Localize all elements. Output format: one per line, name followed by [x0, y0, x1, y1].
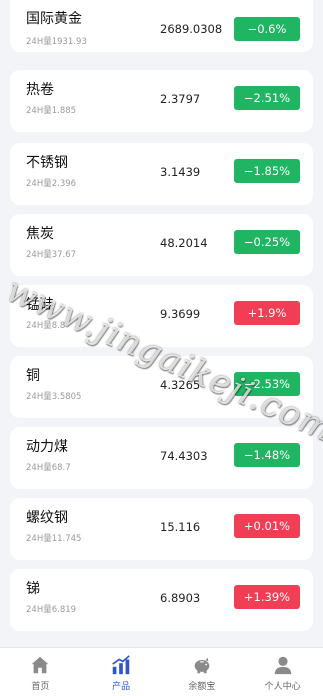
- product-card[interactable]: 锑 24H量6.819 6.8903 +1.39%: [10, 569, 313, 631]
- tab-label: 首页: [31, 682, 50, 692]
- product-page: 国际黄金 24H量1931.93 2689.0308 −0.6% 热卷 24H量…: [0, 0, 323, 696]
- tab-balance[interactable]: 余额宝: [162, 648, 243, 696]
- bar-chart-icon: [112, 655, 130, 675]
- tab-label: 个人中心: [264, 682, 301, 692]
- product-card[interactable]: 螺纹钢 24H量11.745 15.116 +0.01%: [10, 498, 313, 560]
- product-name: 不锈钢: [26, 155, 68, 171]
- product-card[interactable]: 动力煤 24H量68.7 74.4303 −1.48%: [10, 427, 313, 489]
- change-badge: −2.51%: [234, 86, 300, 110]
- product-name: 锑: [26, 581, 40, 597]
- product-name: 螺纹钢: [26, 510, 68, 526]
- product-price: 2689.0308: [160, 22, 223, 36]
- product-card[interactable]: 国际黄金 24H量1931.93 2689.0308 −0.6%: [10, 0, 313, 52]
- product-volume: 24H量1931.93: [26, 37, 87, 47]
- product-volume: 24H量68.7: [26, 463, 71, 473]
- product-price: 74.4303: [160, 449, 208, 463]
- product-card[interactable]: 铜 24H量3.5805 4.3265 −2.53%: [10, 356, 313, 418]
- change-badge: −2.53%: [234, 372, 300, 396]
- tab-products[interactable]: 产品: [81, 648, 162, 696]
- product-price: 48.2014: [160, 236, 208, 250]
- product-volume: 24H量11.745: [26, 534, 82, 544]
- change-badge: −0.6%: [234, 17, 300, 41]
- product-name: 动力煤: [26, 439, 68, 455]
- piggy-bank-icon: [194, 657, 210, 674]
- home-icon: [32, 656, 49, 674]
- product-name: 国际黄金: [26, 11, 82, 27]
- tab-label: 余额宝: [188, 682, 216, 692]
- product-name: 焦炭: [26, 226, 54, 242]
- product-name: 锰硅: [26, 297, 54, 313]
- product-price: 6.8903: [160, 591, 201, 605]
- product-card[interactable]: 热卷 24H量1.885 2.3797 −2.51%: [10, 70, 313, 132]
- change-badge: −0.25%: [234, 230, 300, 254]
- product-price: 9.3699: [160, 307, 201, 321]
- product-price: 15.116: [160, 520, 201, 534]
- product-card[interactable]: 焦炭 24H量37.67 48.2014 −0.25%: [10, 214, 313, 276]
- change-badge: +0.01%: [234, 514, 300, 538]
- product-name: 热卷: [26, 82, 54, 98]
- product-volume: 24H量2.396: [26, 179, 77, 189]
- tab-profile[interactable]: 个人中心: [242, 648, 323, 696]
- product-price: 2.3797: [160, 92, 201, 106]
- product-price: 3.1439: [160, 165, 201, 179]
- tab-label: 产品: [112, 682, 131, 692]
- product-volume: 24H量6.819: [26, 605, 77, 615]
- product-card[interactable]: 锰硅 24H量8.8 9.3699 +1.9%: [10, 285, 313, 347]
- product-volume: 24H量37.67: [26, 250, 77, 260]
- change-badge: −1.85%: [234, 159, 300, 183]
- product-volume: 24H量8.8: [26, 321, 66, 331]
- product-volume: 24H量1.885: [26, 106, 77, 116]
- product-volume: 24H量3.5805: [26, 392, 82, 402]
- product-card[interactable]: 不锈钢 24H量2.396 3.1439 −1.85%: [10, 143, 313, 205]
- change-badge: +1.39%: [234, 585, 300, 609]
- product-name: 铜: [26, 368, 40, 384]
- change-badge: +1.9%: [234, 301, 300, 325]
- change-badge: −1.48%: [234, 443, 300, 467]
- user-icon: [274, 656, 291, 675]
- tab-home[interactable]: 首页: [0, 648, 81, 696]
- product-price: 4.3265: [160, 378, 201, 392]
- bottom-tab-bar: 首页 产品 余额宝 个人中心: [0, 647, 323, 696]
